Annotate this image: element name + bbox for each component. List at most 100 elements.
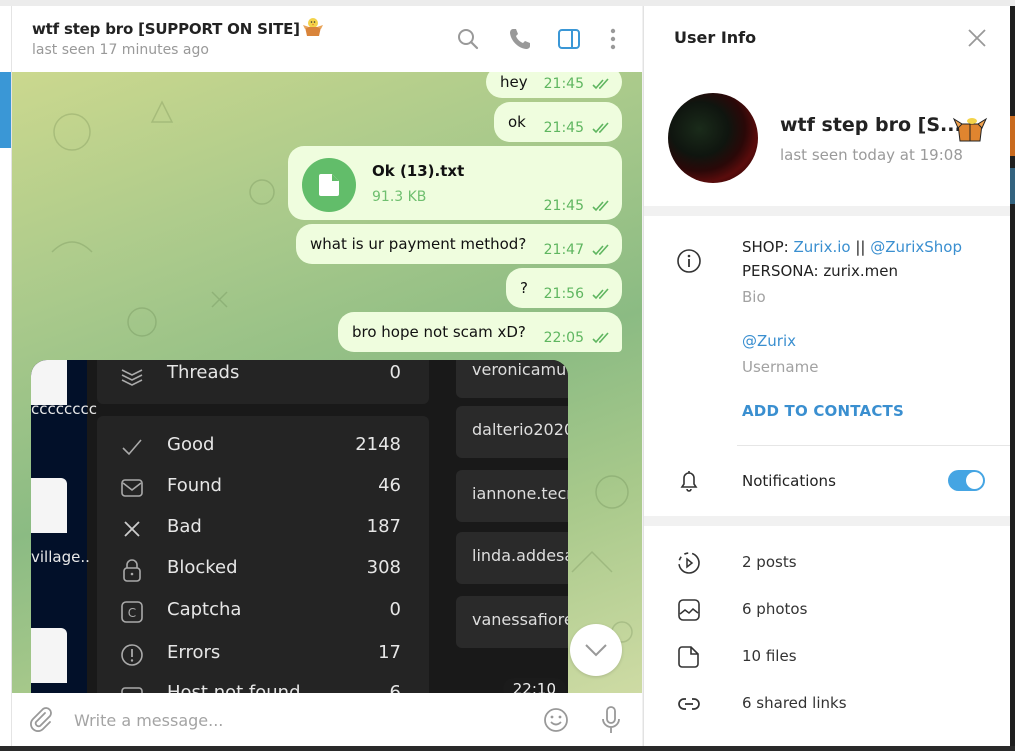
double-check-icon <box>592 244 609 256</box>
double-check-icon <box>592 288 609 300</box>
desktop-file-thumbnail <box>31 360 67 405</box>
stat-value: 17 <box>378 642 401 663</box>
message-input[interactable] <box>74 705 534 735</box>
account-entry: veronicamu. <box>456 360 568 398</box>
message-bubble[interactable]: ? 21:56 <box>506 268 622 308</box>
stat-value: 46 <box>378 475 401 496</box>
account-name: veronicamu. <box>472 360 568 379</box>
window-bottom-edge <box>0 746 1015 751</box>
stat-value: 187 <box>366 516 401 537</box>
double-check-icon <box>592 332 609 344</box>
sidebar-toggle-icon[interactable] <box>556 26 582 52</box>
message-time: 21:45 <box>543 198 584 214</box>
search-icon[interactable] <box>455 26 481 52</box>
box-emoji-icon <box>952 117 988 142</box>
message-text: ok <box>508 113 526 131</box>
stat-label: Host not found <box>167 682 301 693</box>
lock-icon <box>123 559 141 582</box>
stat-label: Threads <box>167 362 240 383</box>
message-time: 21:47 <box>543 242 584 258</box>
account-name: vanessafiore <box>472 610 568 629</box>
document-icon <box>319 174 339 196</box>
notifications-toggle[interactable] <box>948 470 985 491</box>
svg-text:C: C <box>128 606 136 620</box>
file-download-button[interactable] <box>302 158 356 212</box>
account-name: dalterio2020 <box>472 420 568 439</box>
close-icon[interactable] <box>966 27 988 49</box>
server-icon <box>121 687 143 693</box>
media-row-photos[interactable]: 6 photos <box>644 590 1011 630</box>
image-message[interactable]: cccccccc village.. Threads 0 Good 2148 F… <box>31 360 568 693</box>
chat-messages-area[interactable]: hey 21:45 ok 21:45 Ok (13).txt 91.3 KB 2… <box>12 72 642 693</box>
account-entry: iannone.tecr <box>456 470 568 522</box>
bio-shop-line: SHOP: Zurix.io || @ZurixShop <box>742 238 962 256</box>
username-label: Username <box>742 358 819 376</box>
account-name: iannone.tecr <box>472 484 568 503</box>
shared-media-section: 2 posts 6 photos 10 files 6 shared links <box>644 526 1011 746</box>
bio-link-zurix-io[interactable]: Zurix.io <box>793 238 850 256</box>
message-bubble[interactable]: hey 21:45 <box>486 72 622 98</box>
file-size: 91.3 KB <box>372 189 427 205</box>
desktop-file-label: village.. <box>31 548 90 566</box>
account-entry: vanessafiore <box>456 596 568 648</box>
media-row-posts[interactable]: 2 posts <box>644 543 1011 583</box>
message-text: what is ur payment method? <box>310 235 527 253</box>
bio-link-zurixshop[interactable]: @ZurixShop <box>870 238 962 256</box>
profile-section: User Info wtf step bro [S... last seen t… <box>644 6 1011 206</box>
profile-last-seen: last seen today at 19:08 <box>780 146 963 164</box>
media-row-label: 2 posts <box>742 553 797 571</box>
x-icon <box>124 521 140 537</box>
desktop-file-label: cccccccc <box>31 400 97 418</box>
stats-panel: Good 2148 Found 46 Bad 187 Blocked 308 C… <box>97 416 429 693</box>
stat-value: 308 <box>366 557 401 578</box>
message-time: 21:45 <box>543 120 584 136</box>
stat-value: 2148 <box>355 434 401 455</box>
stat-value: 6 <box>389 682 401 693</box>
stat-row: Errors 17 <box>97 640 429 670</box>
file-icon <box>678 646 699 668</box>
scroll-to-bottom-button[interactable] <box>570 624 622 676</box>
phone-icon[interactable] <box>507 26 533 52</box>
selected-chat-indicator[interactable] <box>0 72 11 148</box>
bio-label: Bio <box>742 288 766 306</box>
media-row-label: 6 photos <box>742 600 808 618</box>
message-time: 21:56 <box>543 286 584 302</box>
stat-value: 0 <box>389 362 401 383</box>
stat-row: Bad 187 <box>97 514 429 544</box>
alert-icon <box>121 644 143 666</box>
more-vert-icon[interactable] <box>600 26 626 52</box>
stat-label: Bad <box>167 516 202 537</box>
media-row-files[interactable]: 10 files <box>644 637 1011 677</box>
microphone-icon[interactable] <box>599 705 623 735</box>
paperclip-icon[interactable] <box>28 707 54 733</box>
chat-last-seen: last seen 17 minutes ago <box>32 42 209 58</box>
stat-label: Blocked <box>167 557 238 578</box>
message-bubble[interactable]: what is ur payment method? 21:47 <box>296 224 622 264</box>
message-bubble[interactable]: ok 21:45 <box>494 102 622 142</box>
add-to-contacts-button[interactable]: ADD TO CONTACTS <box>742 402 904 420</box>
photo-icon <box>678 599 700 621</box>
media-row-links[interactable]: 6 shared links <box>644 684 1011 724</box>
message-bubble[interactable]: bro hope not scam xD? 22:05 <box>338 312 622 352</box>
user-info-title: User Info <box>674 28 757 47</box>
layers-icon <box>121 369 143 386</box>
emoji-icon[interactable] <box>542 706 570 734</box>
window-scrollbar[interactable] <box>1010 6 1015 746</box>
account-entry: linda.addesa <box>456 532 568 584</box>
stat-row: Good 2148 <box>97 432 429 462</box>
media-row-label: 10 files <box>742 647 797 665</box>
link-icon <box>678 698 700 710</box>
bell-icon <box>680 471 698 492</box>
stat-row: Host not found 6 <box>97 680 429 693</box>
stat-label: Good <box>167 434 215 455</box>
message-time: 22:05 <box>543 330 584 346</box>
desktop-file-thumbnail <box>31 478 67 533</box>
double-check-icon <box>592 78 609 90</box>
stat-value: 0 <box>389 599 401 620</box>
message-time: 21:45 <box>543 76 584 92</box>
username-value[interactable]: @Zurix <box>742 332 796 350</box>
chat-title[interactable]: wtf step bro [SUPPORT ON SITE] <box>32 16 324 38</box>
file-message-bubble[interactable]: Ok (13).txt 91.3 KB 21:45 <box>288 146 622 220</box>
avatar[interactable] <box>668 93 758 183</box>
threads-panel: Threads 0 <box>97 360 429 404</box>
